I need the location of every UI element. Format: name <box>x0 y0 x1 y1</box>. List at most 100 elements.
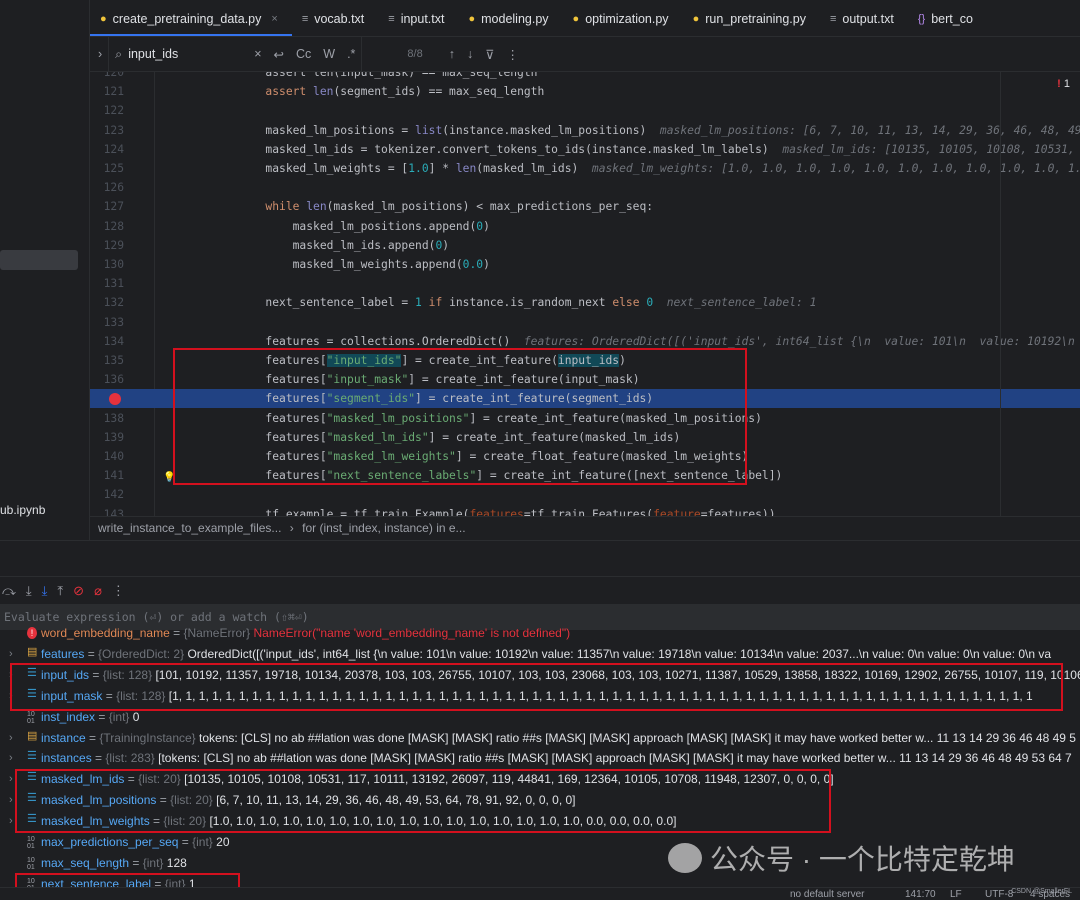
view-breakpoints-icon[interactable]: ⊘ <box>73 583 84 599</box>
code-token: instance.is_random_next <box>449 296 613 310</box>
expand-chevron-icon[interactable]: › <box>9 686 13 706</box>
variable-content: instances = {list: 283} [tokens: [CLS] n… <box>41 748 1072 768</box>
line-separator[interactable]: LF <box>950 889 962 900</box>
variable-type: {NameError} <box>183 626 251 640</box>
breadcrumb-item[interactable]: for (inst_index, instance) in e... <box>302 521 465 535</box>
code-token: (masked_lm_ids) <box>476 162 592 175</box>
lightbulb-icon[interactable]: 💡 <box>163 468 175 487</box>
sidebar-file-item[interactable]: ub.ipynb <box>0 503 45 517</box>
tab-modeling-py[interactable]: ● modeling.py <box>458 0 562 36</box>
code-token: masked_lm_ids.append( <box>211 238 436 252</box>
code-token: features[ <box>211 430 327 444</box>
match-case-button[interactable]: Cc <box>296 47 311 61</box>
equals-sign: = <box>129 855 143 870</box>
tab-bert-co[interactable]: {} bert_co <box>908 0 987 36</box>
breadcrumb-item[interactable]: write_instance_to_example_files... <box>98 521 281 535</box>
code-token: =tf.train.Features( <box>523 507 654 516</box>
tab-run-pretraining-py[interactable]: ● run_pretraining.py <box>683 0 820 36</box>
text-file-icon: ≡ <box>388 12 395 25</box>
variable-row[interactable]: › ▤ features = {OrderedDict: 2} OrderedDic… <box>0 644 1080 664</box>
variable-type: {list: 20} <box>138 772 181 787</box>
close-tab-icon[interactable]: × <box>271 13 277 25</box>
interpreter-status[interactable]: no default server <box>790 889 865 900</box>
expand-chevron-icon[interactable]: › <box>9 728 13 748</box>
previous-match-icon[interactable]: ↑ <box>449 47 455 61</box>
step-over-icon[interactable]: ⤼ <box>2 583 16 599</box>
code-editor[interactable]: 120 assert len(input_mask) == max_seq_le… <box>90 72 1080 516</box>
variable-row[interactable]: › ☰ input_mask = {list: 128} [1, 1, 1, 1, … <box>0 686 1080 706</box>
expand-chevron-icon[interactable]: › <box>9 811 13 831</box>
regex-button[interactable]: .* <box>347 47 355 61</box>
next-match-icon[interactable]: ↓ <box>467 47 473 61</box>
search-input[interactable]: input_ids <box>128 47 248 61</box>
line-number: 122 <box>103 104 124 118</box>
line-number: 143 <box>103 507 124 516</box>
code-token: ] = create_int_feature(masked_lm_ids) <box>428 430 681 444</box>
python-icon: ● <box>692 12 700 25</box>
breakpoint-icon[interactable] <box>109 393 121 406</box>
cursor-position[interactable]: 141:70 <box>905 889 936 900</box>
code-line: 136 features["input_mask"] = create_int_… <box>90 370 1080 389</box>
code-token: while <box>211 200 307 214</box>
variable-type: {int} <box>142 855 164 870</box>
code-token: ] * <box>428 162 456 175</box>
whole-word-button[interactable]: W <box>323 47 335 61</box>
variable-row[interactable]: › ☰ masked_lm_weights = {list: 20} [1.0, 1… <box>0 811 1080 831</box>
tab-input-txt[interactable]: ≡ input.txt <box>378 0 458 36</box>
code-token: input_ids <box>557 354 620 367</box>
line-number: 133 <box>103 315 124 329</box>
variable-row[interactable]: 10 01 inst_index = {int} 0 <box>0 707 1080 727</box>
line-number: 141 <box>103 469 124 483</box>
clear-search-icon[interactable]: × <box>254 47 261 61</box>
variable-row[interactable]: › ☰ instances = {list: 283} [tokens: [CLS]… <box>0 748 1080 768</box>
tab-create-pretraining-data-py[interactable]: ● create_pretraining_data.py × <box>90 0 292 36</box>
tab-label: input.txt <box>400 11 445 26</box>
newline-icon[interactable]: ↩ <box>274 47 284 62</box>
encoding[interactable]: UTF-8 <box>985 889 1013 900</box>
error-icon: ! <box>1057 78 1061 90</box>
expand-replace-icon[interactable]: › <box>98 47 102 61</box>
inline-value-hint: next_sentence_label: 1 <box>653 296 817 310</box>
more-options-icon[interactable]: ⋮ <box>506 47 519 62</box>
more-icon[interactable]: ⋮ <box>112 583 125 599</box>
expand-chevron-icon[interactable]: › <box>9 769 13 789</box>
code-token: masked_lm_positions = <box>211 123 416 137</box>
tab-output-txt[interactable]: ≡ output.txt <box>820 0 908 36</box>
filter-icon[interactable]: ⊽ <box>485 47 494 62</box>
expand-chevron-icon[interactable]: › <box>9 790 13 810</box>
variable-row[interactable]: ! word_embedding_name = {NameError} NameE… <box>0 623 1080 643</box>
variable-row[interactable]: › ☰ masked_lm_ids = {list: 20} [10135, 101… <box>0 769 1080 789</box>
code-token: features <box>469 507 524 516</box>
expand-chevron-icon[interactable]: › <box>9 644 13 664</box>
code-line: 141 💡 features["next_sentence_labels"] = … <box>90 466 1080 485</box>
tab-optimization-py[interactable]: ● optimization.py <box>563 0 683 36</box>
variable-content: features = {OrderedDict: 2} OrderedDict(… <box>41 644 1051 664</box>
list-icon: ☰ <box>27 666 37 679</box>
inline-value-hint: masked_lm_ids: [10135, 10105, 10108, 105… <box>782 142 1075 156</box>
code-text: assert len(segment_ids) == max_seq_lengt… <box>211 82 544 101</box>
code-line: 143 tf_example = tf.train.Example(featur… <box>90 505 1080 516</box>
variable-row[interactable]: › ▤ instance = {TrainingInstance} tokens: … <box>0 728 1080 748</box>
tab-vocab-txt[interactable]: ≡ vocab.txt <box>292 0 378 36</box>
int-icon: 1001 <box>27 856 35 871</box>
watermark-text: 公众号 · 一个比特定乾坤 <box>710 844 1015 875</box>
variable-row[interactable]: › ☰ input_ids = {list: 128} [101, 10192, 1… <box>0 665 1080 685</box>
variable-row[interactable]: › ☰ masked_lm_positions = {list: 20} [6, 7… <box>0 790 1080 810</box>
json-icon: {} <box>917 12 926 25</box>
equals-sign: = <box>156 793 171 808</box>
expand-chevron-icon[interactable]: › <box>9 665 13 685</box>
search-icon[interactable]: ⌕ <box>115 47 122 62</box>
line-number: 140 <box>103 450 124 463</box>
code-token: ) <box>619 354 626 367</box>
variable-value: [1.0, 1.0, 1.0, 1.0, 1.0, 1.0, 1.0, 1.0,… <box>209 814 677 829</box>
line-number: 124 <box>103 142 124 156</box>
step-out-icon[interactable]: ⤒ <box>57 583 63 599</box>
step-into-my-code-icon[interactable]: ⤓ <box>42 583 48 599</box>
mute-breakpoints-icon[interactable]: ⌀ <box>94 583 102 599</box>
code-token: 1.0 <box>408 162 429 175</box>
expand-chevron-icon[interactable]: › <box>9 748 13 768</box>
sidebar-selected-item[interactable] <box>0 250 78 270</box>
step-into-icon[interactable]: ⤓ <box>26 583 32 599</box>
code-token: masked_lm_positions.append( <box>211 219 477 233</box>
problems-indicator[interactable]: ! 1 <box>1057 78 1070 90</box>
